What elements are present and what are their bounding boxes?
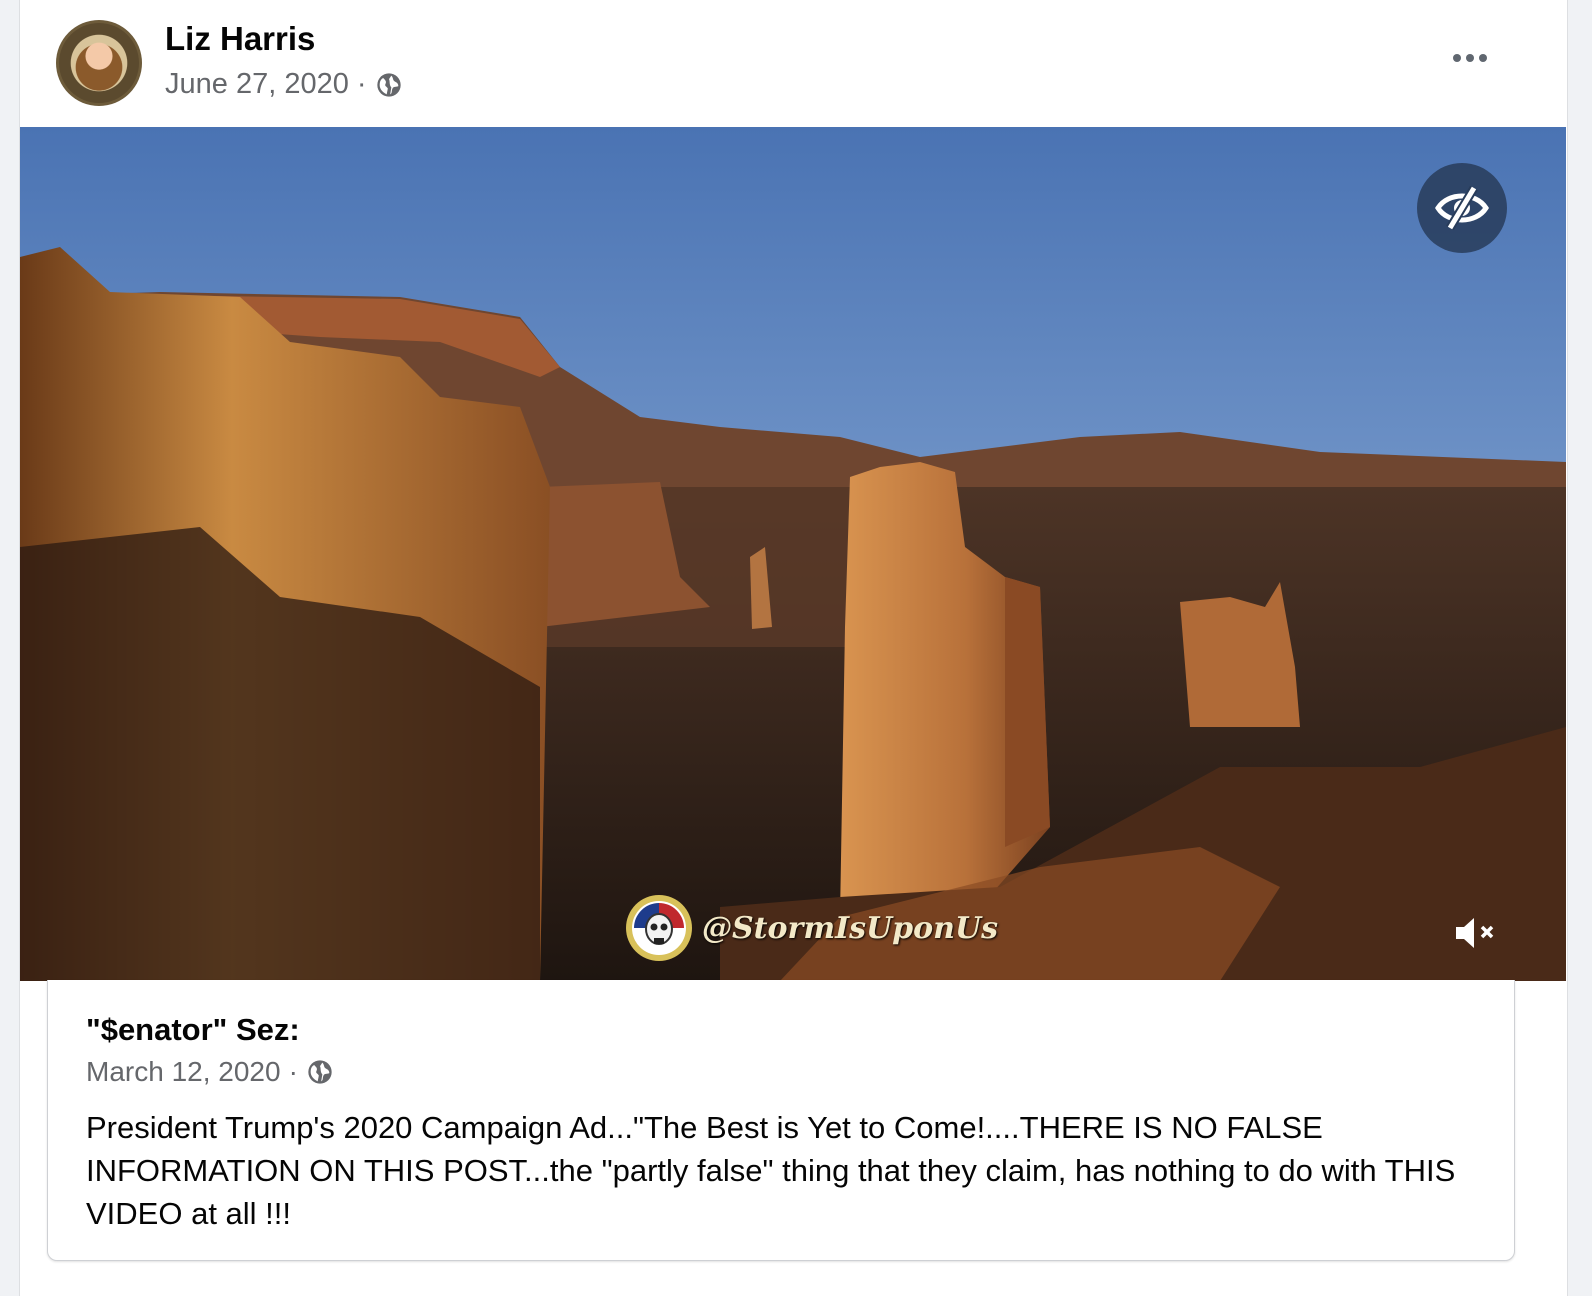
video-frame	[20, 127, 1566, 981]
author-name[interactable]: Liz Harris	[165, 20, 315, 58]
globe-icon	[376, 72, 401, 97]
video-player[interactable]: @StormIsUponUs	[20, 127, 1566, 981]
post-date[interactable]: June 27, 2020	[165, 68, 349, 101]
speaker-muted-icon	[1456, 918, 1494, 948]
author-avatar[interactable]	[56, 20, 142, 106]
eye-slash-icon	[1435, 186, 1489, 230]
video-watermark: @StormIsUponUs	[624, 893, 998, 963]
shared-post-title[interactable]: "$enator" Sez:	[86, 1012, 300, 1048]
globe-icon	[308, 1060, 332, 1084]
unmute-button[interactable]	[1452, 913, 1502, 953]
skull-badge-icon	[626, 895, 692, 961]
shared-post-card[interactable]: "$enator" Sez: March 12, 2020 · Presiden…	[47, 980, 1515, 1261]
more-options-icon	[1453, 54, 1461, 62]
meta-separator: ·	[288, 1056, 298, 1087]
more-options-button[interactable]	[1450, 40, 1490, 76]
meta-separator: ·	[356, 68, 367, 100]
watermark-text: @StormIsUponUs	[702, 910, 999, 946]
shared-post-date[interactable]: March 12, 2020	[86, 1056, 281, 1088]
hide-content-button[interactable]	[1417, 163, 1507, 253]
shared-post-text: President Trump's 2020 Campaign Ad..."Th…	[86, 1110, 1456, 1231]
post-meta: June 27, 2020 ·	[165, 68, 403, 101]
shared-post-meta: March 12, 2020 ·	[86, 1056, 334, 1088]
